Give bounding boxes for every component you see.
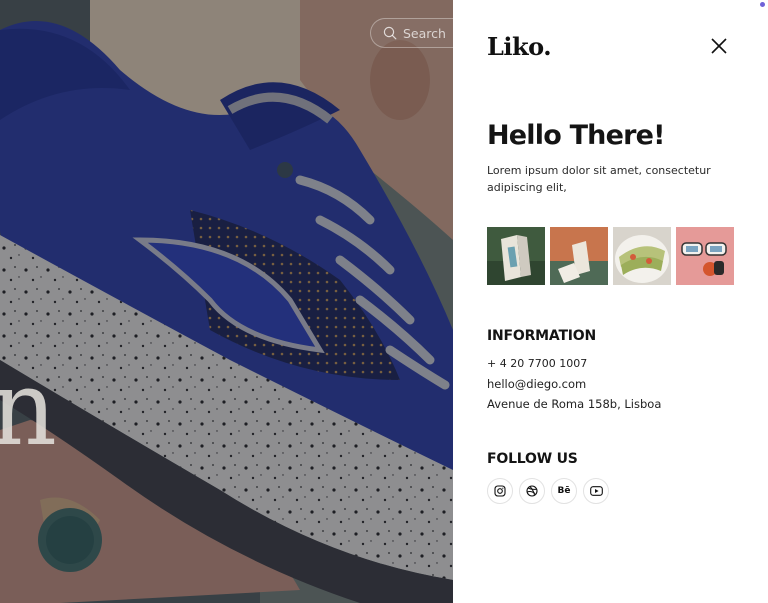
gallery-thumb-food[interactable] bbox=[613, 227, 671, 285]
sunglasses-photo-icon bbox=[676, 227, 734, 285]
instagram-icon bbox=[494, 485, 506, 497]
gallery-thumb-cards[interactable] bbox=[550, 227, 608, 285]
youtube-button[interactable] bbox=[583, 478, 609, 504]
gallery-thumb-book[interactable] bbox=[487, 227, 545, 285]
hero-title-fragment: n bbox=[0, 347, 57, 469]
panel-intro-text: Lorem ipsum dolor sit amet, consectetur … bbox=[487, 164, 711, 194]
food-plate-photo-icon bbox=[613, 227, 671, 285]
phone-link[interactable]: + 4 20 7700 1007 bbox=[487, 357, 587, 370]
email-link[interactable]: hello@diego.com bbox=[487, 377, 586, 391]
close-button[interactable] bbox=[709, 36, 729, 56]
status-dot bbox=[760, 2, 765, 7]
social-links: Bē bbox=[487, 478, 609, 504]
address-link[interactable]: Avenue de Roma 158b, Lisboa bbox=[487, 397, 661, 411]
follow-us-title: FOLLOW US bbox=[487, 451, 578, 467]
close-icon bbox=[711, 38, 727, 54]
youtube-icon bbox=[589, 486, 603, 496]
hero-image: n bbox=[0, 0, 453, 603]
dribbble-icon bbox=[526, 485, 538, 497]
instagram-gallery bbox=[487, 227, 734, 285]
panel-heading: Hello There! bbox=[487, 120, 665, 151]
hero-dark-overlay bbox=[0, 0, 453, 603]
offcanvas-panel: Liko. Hello There! Lorem ipsum dolor sit… bbox=[453, 0, 768, 603]
book-photo-icon bbox=[487, 227, 545, 285]
cards-photo-icon bbox=[550, 227, 608, 285]
dribbble-button[interactable] bbox=[519, 478, 545, 504]
behance-icon: Bē bbox=[557, 486, 571, 496]
search-icon bbox=[383, 26, 397, 40]
information-title: INFORMATION bbox=[487, 328, 597, 344]
brand-logo[interactable]: Liko. bbox=[487, 32, 552, 61]
behance-button[interactable]: Bē bbox=[551, 478, 577, 504]
gallery-thumb-sunglasses[interactable] bbox=[676, 227, 734, 285]
instagram-button[interactable] bbox=[487, 478, 513, 504]
search-label: Search bbox=[403, 25, 446, 41]
